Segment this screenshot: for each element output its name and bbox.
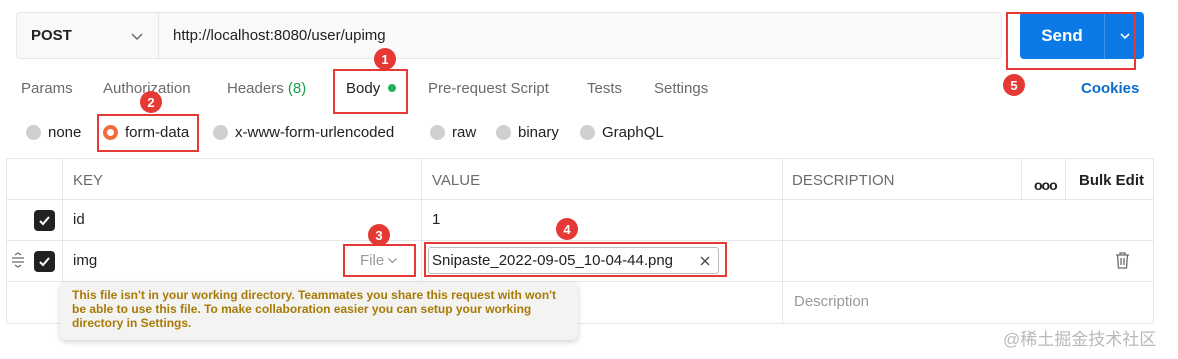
- tab-settings[interactable]: Settings: [654, 80, 708, 97]
- annotation-marker-3: 3: [368, 224, 390, 246]
- request-bar: POST http://localhost:8080/user/upimg: [16, 12, 1002, 59]
- annotation-marker-4: 4: [556, 218, 578, 240]
- col-divider: [1021, 158, 1022, 200]
- radio-dot: [26, 125, 41, 140]
- tab-headers[interactable]: Headers (8): [227, 80, 306, 97]
- radio-dot: [496, 125, 511, 140]
- row-divider: [6, 199, 1153, 200]
- description-placeholder[interactable]: Description: [794, 293, 869, 310]
- radio-dot: [430, 125, 445, 140]
- radio-none[interactable]: none: [26, 124, 81, 141]
- drag-handle-icon[interactable]: [10, 252, 26, 268]
- checkmark-icon: [39, 216, 50, 226]
- radio-raw[interactable]: raw: [430, 124, 476, 141]
- annotation-marker-2: 2: [140, 91, 162, 113]
- method-label: POST: [31, 27, 72, 44]
- radio-label: x-www-form-urlencoded: [235, 124, 395, 141]
- row-checkbox-id[interactable]: [34, 210, 55, 231]
- tab-params[interactable]: Params: [21, 80, 73, 97]
- radio-dot: [580, 125, 595, 140]
- chevron-down-icon: [131, 32, 143, 40]
- radio-label: none: [48, 124, 82, 141]
- radio-label: binary: [518, 124, 559, 141]
- radio-label: raw: [452, 124, 477, 141]
- method-select[interactable]: POST: [17, 13, 159, 58]
- header-key: KEY: [73, 172, 104, 189]
- radio-binary[interactable]: binary: [496, 124, 559, 141]
- cookies-link[interactable]: Cookies: [1081, 80, 1139, 97]
- header-value: VALUE: [432, 172, 481, 189]
- checkmark-icon: [39, 257, 50, 267]
- tab-tests[interactable]: Tests: [587, 80, 622, 97]
- col-divider: [1153, 158, 1154, 324]
- header-description: DESCRIPTION: [792, 172, 895, 189]
- bulk-edit-button[interactable]: Bulk Edit: [1079, 172, 1144, 189]
- headers-count: (8): [287, 80, 307, 97]
- tab-pre-request-script[interactable]: Pre-request Script: [428, 80, 549, 97]
- radio-x-www-form-urlencoded[interactable]: x-www-form-urlencoded: [213, 124, 394, 141]
- param-key[interactable]: id: [73, 211, 85, 228]
- annotation-marker-5: 5: [1003, 74, 1025, 96]
- param-value[interactable]: 1: [432, 211, 440, 228]
- radio-graphql[interactable]: GraphQL: [580, 124, 664, 141]
- annotation-box-file-type: [343, 244, 416, 277]
- row-checkbox-img[interactable]: [34, 251, 55, 272]
- url-input[interactable]: http://localhost:8080/user/upimg: [159, 13, 1001, 58]
- annotation-marker-1: 1: [374, 48, 396, 70]
- watermark: @稀土掘金技术社区: [1003, 330, 1157, 349]
- annotation-box-form-data: [97, 114, 199, 152]
- file-warning-tooltip: This file isn't in your working director…: [60, 282, 578, 340]
- annotation-box-file-chip: [424, 242, 727, 277]
- row-divider: [6, 240, 1153, 241]
- col-divider: [6, 158, 7, 324]
- more-options-button[interactable]: ooo: [1034, 177, 1058, 193]
- radio-dot: [213, 125, 228, 140]
- col-divider: [1065, 158, 1066, 200]
- tab-headers-label: Headers: [227, 80, 284, 97]
- annotation-box-body-tab: [333, 69, 408, 114]
- annotation-box-send: [1006, 12, 1136, 70]
- col-divider: [782, 158, 783, 324]
- param-key[interactable]: img: [73, 252, 97, 269]
- radio-label: GraphQL: [602, 124, 664, 141]
- trash-icon[interactable]: [1114, 251, 1131, 270]
